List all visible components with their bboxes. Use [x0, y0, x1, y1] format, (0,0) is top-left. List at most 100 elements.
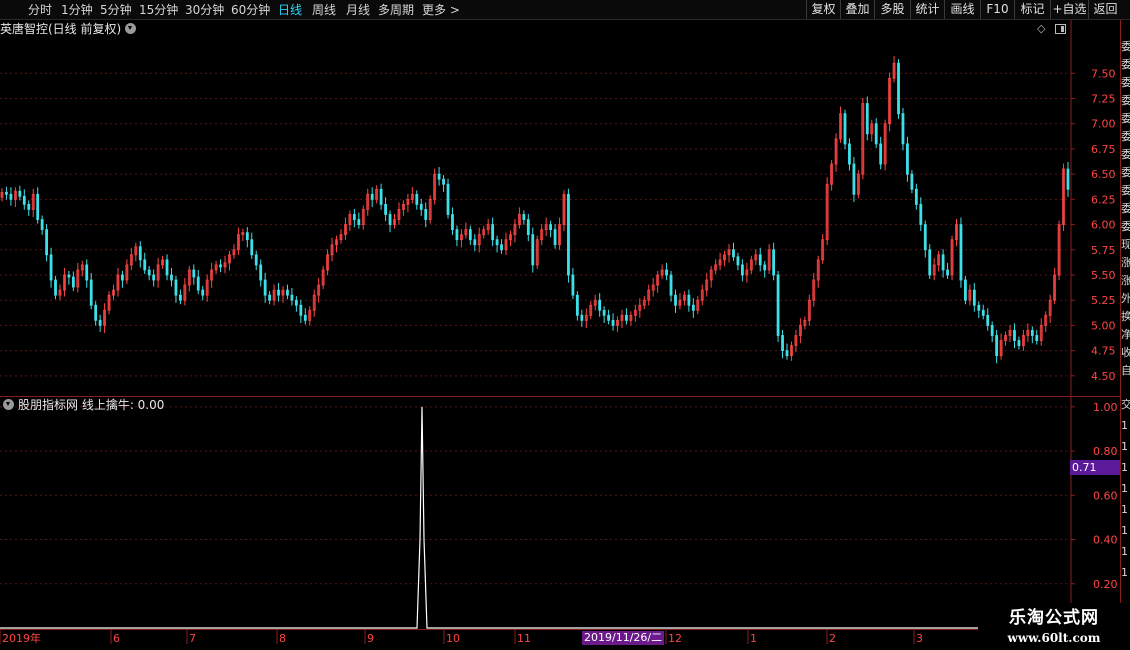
indicator-tick-label: 1.00 — [1093, 401, 1118, 414]
candle-body — [491, 224, 495, 241]
candle-body — [732, 249, 735, 258]
candle-body — [174, 279, 178, 296]
candle-body — [972, 289, 976, 306]
candle-body — [607, 314, 610, 321]
candle-body — [874, 123, 878, 145]
quote-label: 1 — [1121, 440, 1128, 453]
candle-body — [121, 274, 124, 281]
price-tick-label: 4.50 — [1091, 370, 1116, 383]
candle-body — [852, 163, 856, 195]
candle-body — [763, 264, 767, 271]
candle-body — [254, 254, 258, 266]
candle-body — [923, 224, 927, 251]
date-tick-label: 2019年 — [2, 631, 41, 645]
date-tick-label: 1 — [750, 632, 757, 645]
candle-body — [785, 350, 789, 357]
candle-body — [500, 244, 503, 251]
diamond-icon[interactable]: ◇ — [1037, 22, 1045, 35]
candle-body — [691, 304, 695, 311]
candle-body — [250, 239, 254, 256]
candle-body — [294, 299, 298, 306]
candle-body — [147, 269, 151, 276]
candle-body — [772, 249, 776, 276]
indicator-tick-label: 0.60 — [1093, 489, 1118, 502]
candle-body — [388, 214, 392, 225]
candle-body — [245, 232, 249, 241]
candle-body — [201, 289, 205, 296]
indicator-tick-label: 0.40 — [1093, 534, 1118, 547]
candle-body — [455, 229, 459, 241]
candle-body — [170, 274, 173, 281]
candle-body — [1017, 340, 1021, 346]
candle-body — [370, 193, 374, 200]
candle-body — [22, 195, 26, 205]
candle-body — [602, 309, 606, 316]
candle-body — [290, 294, 294, 301]
candle-body — [5, 191, 8, 195]
quote-label: 委 — [1121, 76, 1130, 89]
candle-body — [468, 229, 472, 241]
candle-body — [901, 113, 905, 145]
chart-canvas: 4.50 4.75 5.00 5.25 5.50 5.75 6.00 6.25 6.50 6.75… — [0, 20, 1120, 645]
candle-body — [928, 249, 932, 276]
price-tick-label: 6.00 — [1091, 219, 1116, 232]
candle-body — [18, 190, 22, 197]
indicator-title-text: 股朋指标网 线上擒牛: 0.00 — [18, 398, 165, 412]
candle-body — [990, 325, 994, 336]
candle-body — [219, 264, 222, 268]
candle-body — [152, 274, 156, 281]
candle-body — [419, 203, 423, 210]
candle-body — [27, 203, 31, 210]
candle-body — [959, 224, 963, 281]
dropdown-icon[interactable] — [125, 23, 137, 34]
candle-body — [1066, 168, 1070, 190]
candle-body — [424, 209, 428, 220]
quote-label: 委 — [1121, 130, 1130, 143]
watermark: 乐淘公式网 www.60lt.com — [978, 603, 1130, 650]
quote-label: 1 — [1121, 503, 1128, 516]
indicator-value-tag: 0.71 — [1070, 460, 1120, 475]
price-tick-label: 4.75 — [1091, 345, 1116, 358]
candle-body — [192, 269, 196, 278]
candle-body — [575, 294, 579, 316]
candle-body — [49, 254, 53, 281]
quote-label: 委 — [1121, 112, 1130, 125]
candle-body — [446, 183, 450, 215]
candle-body — [286, 289, 289, 296]
indicator-title: 股朋指标网 线上擒牛: 0.00 — [0, 397, 164, 413]
candle-body — [736, 256, 740, 266]
candle-body — [897, 62, 900, 115]
quote-label: 涨 — [1121, 274, 1130, 287]
candle-body — [179, 294, 182, 301]
candle-body — [571, 274, 575, 296]
quote-info-strip[interactable]: 委委委委委委委委委委委现涨涨外换净收自交11111111 — [1120, 20, 1130, 632]
candle-body — [665, 269, 668, 276]
candle-body — [442, 178, 445, 185]
candle-body — [522, 214, 526, 220]
candle-body — [526, 219, 530, 236]
indicator-dropdown-icon[interactable] — [3, 399, 14, 410]
candle-body — [40, 219, 44, 231]
candle-body — [451, 214, 454, 231]
candle-body — [268, 294, 272, 301]
candle-body — [553, 229, 557, 246]
candle-body — [611, 319, 615, 326]
candle-body — [303, 314, 307, 321]
candle-body — [379, 188, 383, 205]
candle-body — [879, 143, 883, 165]
candle-body — [910, 173, 914, 190]
candle-body — [71, 276, 75, 288]
candle-body — [98, 319, 102, 326]
price-tick-label: 5.25 — [1091, 294, 1116, 307]
candle-body — [1013, 330, 1016, 341]
window-toggle-icon[interactable] — [1055, 24, 1066, 34]
candle-body — [781, 335, 784, 352]
candle-body — [94, 304, 98, 321]
candle-body — [914, 188, 918, 205]
candle-body — [357, 219, 361, 225]
price-tick-label: 7.50 — [1091, 67, 1116, 80]
candle-body — [263, 279, 267, 296]
candle-body — [865, 103, 869, 135]
quote-label: 换 — [1121, 310, 1130, 323]
candle-body — [415, 193, 419, 205]
